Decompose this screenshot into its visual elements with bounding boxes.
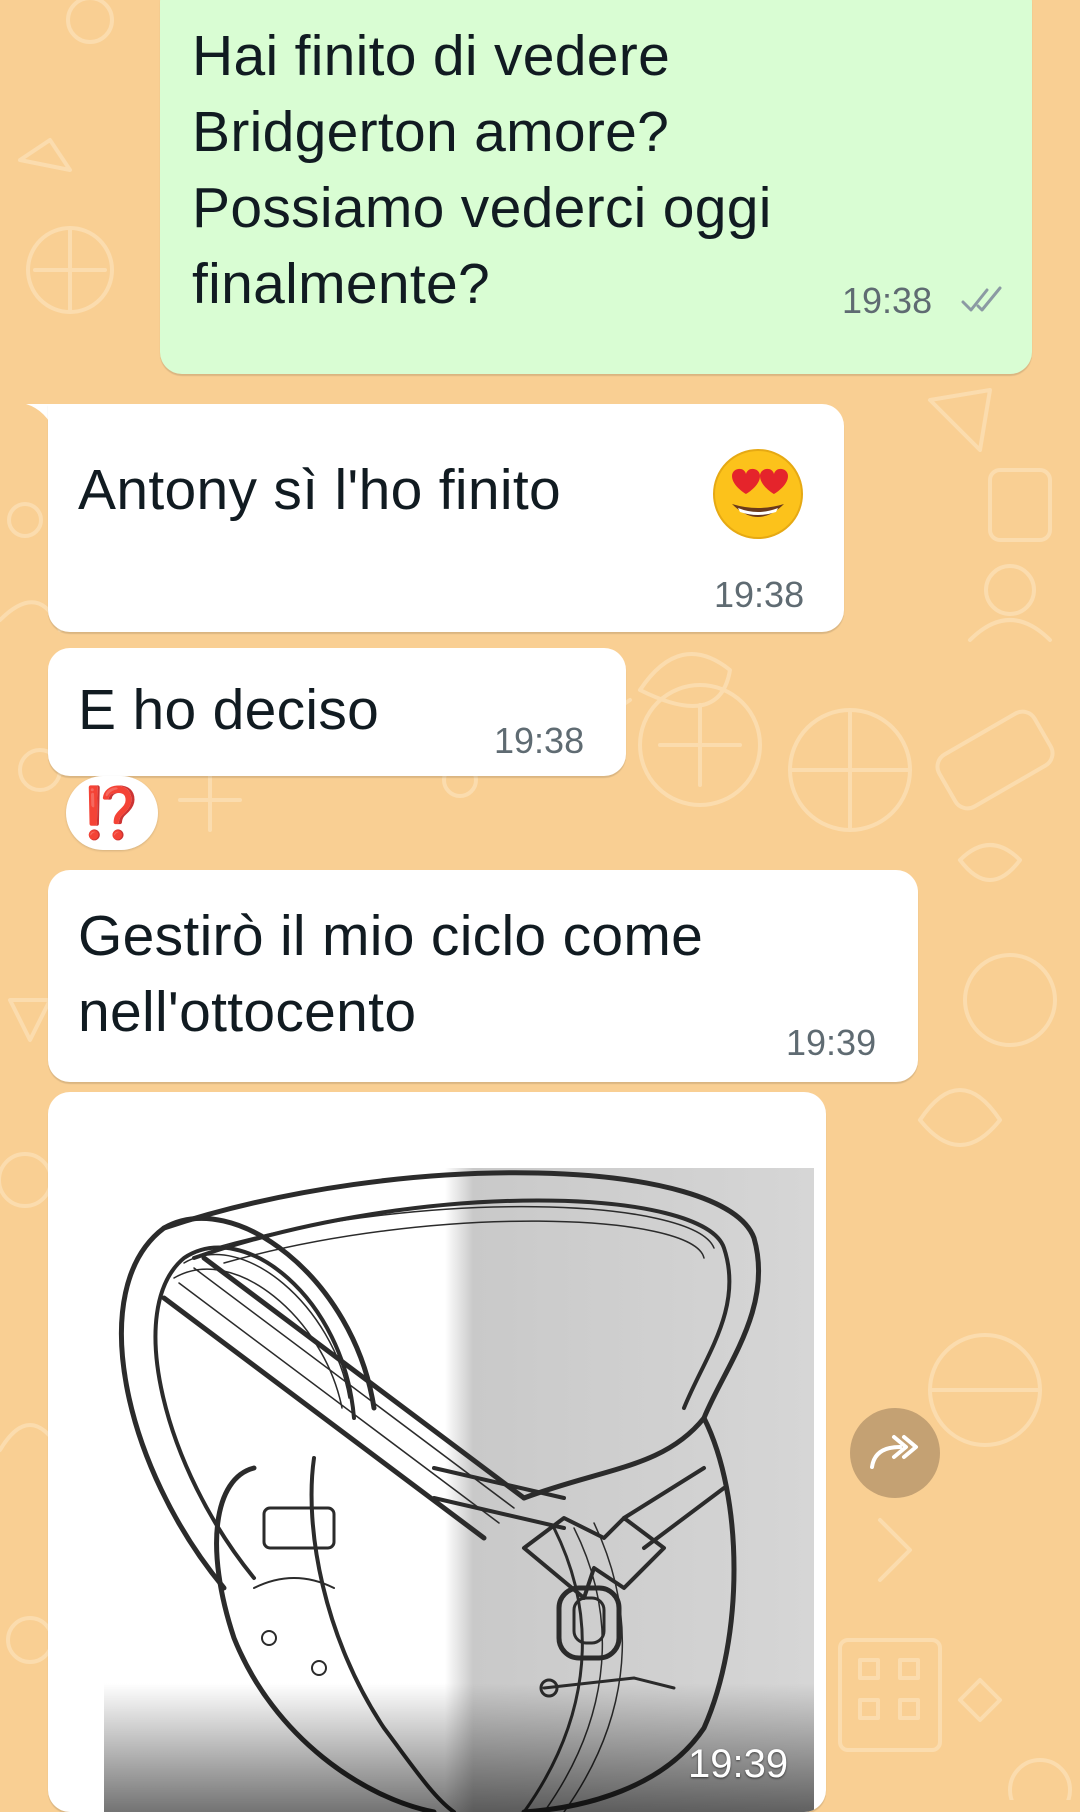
heart-eyes-emoji-icon: [713, 449, 803, 539]
vintage-belt-illustration-icon: [104, 1168, 814, 1812]
message-timestamp: 19:38: [842, 280, 933, 321]
message-reaction-badge[interactable]: ⁉️: [66, 776, 158, 850]
message-image[interactable]: [104, 1168, 814, 1812]
forward-button[interactable]: [850, 1408, 940, 1498]
message-timestamp: 19:38: [714, 574, 805, 615]
message-text: Antony sì l'ho finito: [78, 458, 561, 522]
incoming-image-message[interactable]: 19:39: [48, 1092, 826, 1812]
message-text: Hai finito di vedere Bridgerton amore? P…: [192, 24, 772, 316]
forward-arrow-icon: [870, 1435, 918, 1469]
message-text: E ho deciso: [78, 678, 380, 742]
incoming-message-bubble[interactable]: Gestirò il mio ciclo come nell'ottocento…: [48, 870, 918, 1082]
message-text: Gestirò il mio ciclo come nell'ottocento: [78, 904, 704, 1044]
outgoing-message-bubble[interactable]: Hai finito di vedere Bridgerton amore? P…: [160, 0, 1032, 374]
message-timestamp: 19:38: [494, 720, 585, 761]
chat-conversation: Hai finito di vedere Bridgerton amore? P…: [0, 0, 1080, 1812]
read-receipt-icon: [961, 286, 1002, 312]
incoming-message-bubble[interactable]: Antony sì l'ho finito 19:38: [48, 404, 844, 632]
incoming-message-bubble[interactable]: E ho deciso 19:38: [48, 648, 626, 776]
image-timestamp: 19:39: [688, 1742, 789, 1786]
message-timestamp: 19:39: [786, 1022, 877, 1063]
